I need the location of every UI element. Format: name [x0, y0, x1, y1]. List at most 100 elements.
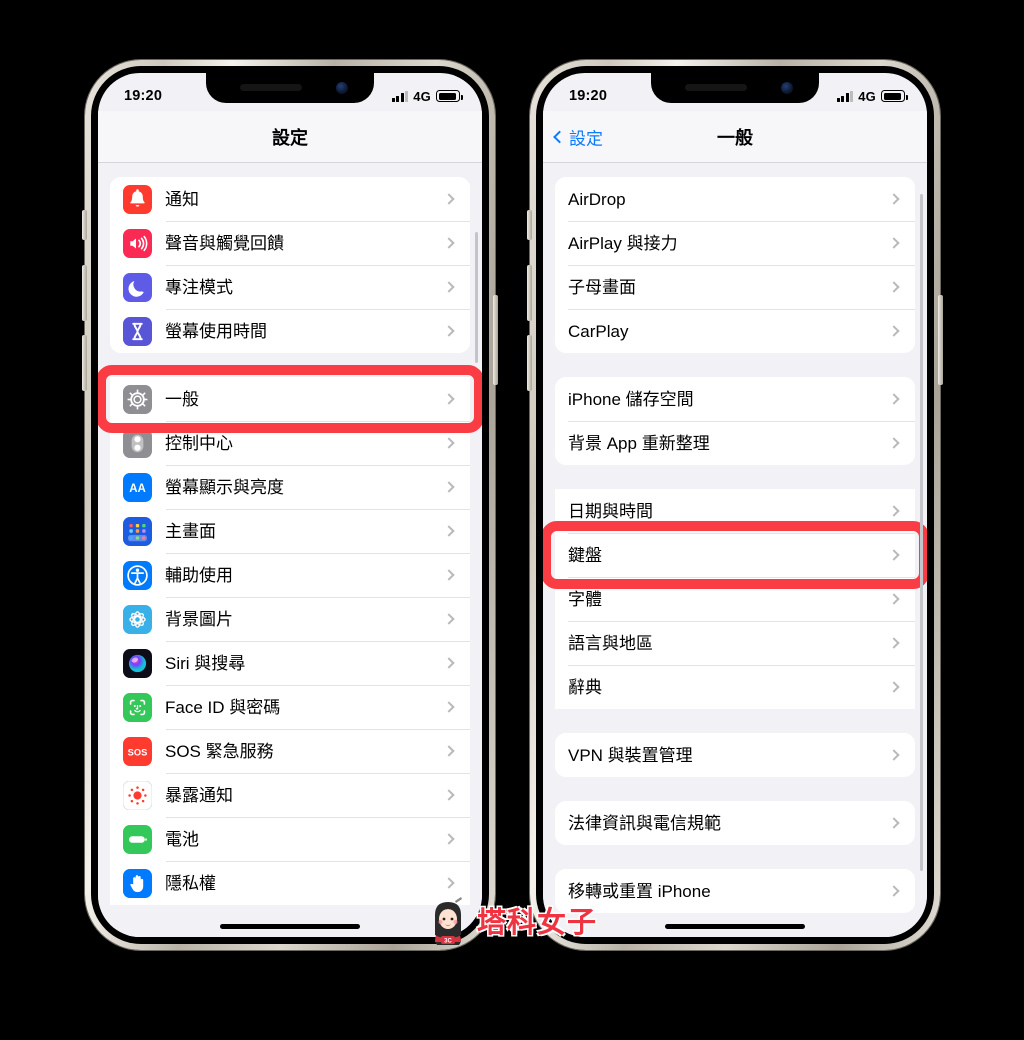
settings-row-label: 控制中心 — [165, 433, 233, 453]
chevron-right-icon — [443, 745, 455, 757]
screen-left: 19:20 4G 設定 通知 聲音與觸覺回饋 專注模式 螢幕使用時間 一般 控制中心 AA 螢… — [98, 73, 482, 937]
svg-text:SOS: SOS — [128, 747, 148, 757]
settings-group: iPhone 儲存空間背景 App 重新整理 — [555, 377, 915, 465]
settings-row-label: 語言與地區 — [568, 633, 653, 653]
settings-row[interactable]: SOS SOS 緊急服務 — [110, 729, 470, 773]
settings-row-label: 鍵盤 — [568, 545, 602, 565]
home-indicator[interactable] — [220, 924, 360, 929]
wallpaper-flower-icon — [123, 604, 152, 634]
notch — [651, 73, 819, 103]
settings-row[interactable]: 專注模式 — [110, 265, 470, 309]
settings-row[interactable]: AA 螢幕顯示與亮度 — [110, 465, 470, 509]
settings-group: 通知聲音與觸覺回饋專注模式 螢幕使用時間 — [110, 177, 470, 353]
page-title-right: 一般 — [717, 127, 753, 148]
settings-row[interactable]: 日期與時間 — [555, 489, 915, 533]
back-button[interactable]: 設定 — [553, 124, 603, 149]
chevron-right-icon — [888, 237, 900, 249]
watermark: 3C 塔科女子 — [425, 895, 598, 949]
settings-row[interactable]: 子母畫面 — [555, 265, 915, 309]
screentime-hourglass-icon — [123, 316, 152, 346]
settings-row-label: 子母畫面 — [568, 277, 636, 297]
nav-bar-right: 設定 一般 — [543, 111, 927, 163]
watermark-text: 塔科女子 — [477, 907, 598, 939]
settings-row[interactable]: 背景圖片 — [110, 597, 470, 641]
settings-row[interactable]: 背景 App 重新整理 — [555, 421, 915, 465]
settings-row-label: 隱私權 — [165, 873, 216, 893]
settings-row[interactable]: 一般 — [98, 365, 482, 433]
network-type-label: 4G — [413, 88, 431, 104]
exposure-notification-icon — [123, 780, 152, 810]
chevron-right-icon — [443, 325, 455, 337]
settings-row[interactable]: AirDrop — [555, 177, 915, 221]
settings-row-label: AirPlay 與接力 — [568, 233, 678, 253]
settings-row[interactable]: VPN 與裝置管理 — [555, 733, 915, 777]
settings-row-label: Face ID 與密碼 — [165, 697, 281, 717]
settings-row[interactable]: 聲音與觸覺回饋 — [110, 221, 470, 265]
settings-row[interactable]: Siri 與搜尋 — [110, 641, 470, 685]
volume-up-button[interactable] — [527, 265, 532, 321]
volume-down-button[interactable] — [527, 335, 532, 391]
settings-row[interactable]: AirPlay 與接力 — [555, 221, 915, 265]
settings-row[interactable]: 通知 — [110, 177, 470, 221]
nav-bar-left: 設定 — [98, 111, 482, 163]
settings-group: 一般 控制中心 AA 螢幕顯示與亮度 主畫面 輔助使用 背景圖片 Siri 與搜尋 Face I… — [98, 365, 482, 905]
chevron-right-icon — [888, 549, 900, 561]
settings-group: AirDrop AirPlay 與接力 子母畫面 CarPlay — [555, 177, 915, 353]
settings-row-label: 背景 App 重新整理 — [568, 433, 710, 453]
settings-row[interactable]: 輔助使用 — [110, 553, 470, 597]
iphone-device-right: 19:20 4G 設定 一般 AirDrop AirPlay 與接力 子母畫面 Car… — [527, 60, 943, 950]
settings-row[interactable]: 螢幕使用時間 — [110, 309, 470, 353]
screenshot-canvas: 19:20 4G 設定 通知 聲音與觸覺回饋 專注模式 螢幕使用時間 一般 控制中心 AA 螢… — [0, 0, 1024, 1040]
settings-row[interactable]: 隱私權 — [110, 861, 470, 905]
settings-row[interactable]: 主畫面 — [110, 509, 470, 553]
settings-group: 移轉或重置 iPhone — [555, 869, 915, 913]
control-center-toggles-icon — [123, 428, 152, 458]
power-button[interactable] — [493, 295, 498, 385]
settings-row[interactable]: 鍵盤 — [543, 521, 927, 589]
settings-row[interactable]: 語言與地區 — [555, 621, 915, 665]
settings-row[interactable]: 辭典 — [555, 665, 915, 709]
settings-row[interactable]: 法律資訊與電信規範 — [555, 801, 915, 845]
display-brightness-aa-icon: AA — [123, 472, 152, 502]
settings-row[interactable]: Face ID 與密碼 — [110, 685, 470, 729]
settings-row[interactable]: 字體 — [555, 577, 915, 621]
chevron-right-icon — [443, 701, 455, 713]
settings-row[interactable]: iPhone 儲存空間 — [555, 377, 915, 421]
settings-row-label: SOS 緊急服務 — [165, 741, 274, 761]
scrollbar-right[interactable] — [920, 193, 923, 872]
battery-icon — [123, 824, 152, 854]
mute-switch[interactable] — [82, 210, 87, 240]
faceid-face-icon — [123, 692, 152, 722]
chevron-right-icon — [443, 833, 455, 845]
chevron-right-icon — [443, 393, 455, 405]
earpiece-speaker-icon — [240, 84, 302, 91]
volume-up-button[interactable] — [82, 265, 87, 321]
volume-down-button[interactable] — [82, 335, 87, 391]
settings-row-label: 電池 — [165, 829, 199, 849]
cellular-signal-icon — [391, 90, 409, 102]
settings-row[interactable]: 控制中心 — [110, 421, 470, 465]
power-button[interactable] — [938, 295, 943, 385]
mute-switch[interactable] — [527, 210, 532, 240]
settings-row[interactable]: 移轉或重置 iPhone — [555, 869, 915, 913]
settings-row-label: CarPlay — [568, 321, 629, 341]
settings-row-label: 字體 — [568, 589, 602, 609]
svg-text:3C: 3C — [444, 939, 452, 945]
chevron-right-icon — [443, 281, 455, 293]
home-indicator[interactable] — [665, 924, 805, 929]
earpiece-speaker-icon — [685, 84, 747, 91]
settings-row[interactable]: 暴露通知 — [110, 773, 470, 817]
settings-row-label: 聲音與觸覺回饋 — [165, 233, 284, 253]
chevron-right-icon — [888, 885, 900, 897]
scrollbar-left[interactable] — [475, 232, 478, 364]
settings-group: 日期與時間鍵盤字體語言與地區辭典 — [543, 489, 927, 709]
settings-group: 法律資訊與電信規範 — [555, 801, 915, 845]
back-button-label: 設定 — [569, 129, 603, 148]
settings-row-label: VPN 與裝置管理 — [568, 745, 693, 765]
settings-row[interactable]: CarPlay — [555, 309, 915, 353]
settings-group: VPN 與裝置管理 — [555, 733, 915, 777]
settings-row[interactable]: 電池 — [110, 817, 470, 861]
settings-list-left[interactable]: 通知聲音與觸覺回饋專注模式 螢幕使用時間一般 控制中心 AA 螢幕顯示與亮度 主畫面 輔助使… — [98, 163, 482, 937]
settings-list-right[interactable]: AirDrop AirPlay 與接力 子母畫面 CarPlay iPhone 儲存空間… — [543, 163, 927, 937]
